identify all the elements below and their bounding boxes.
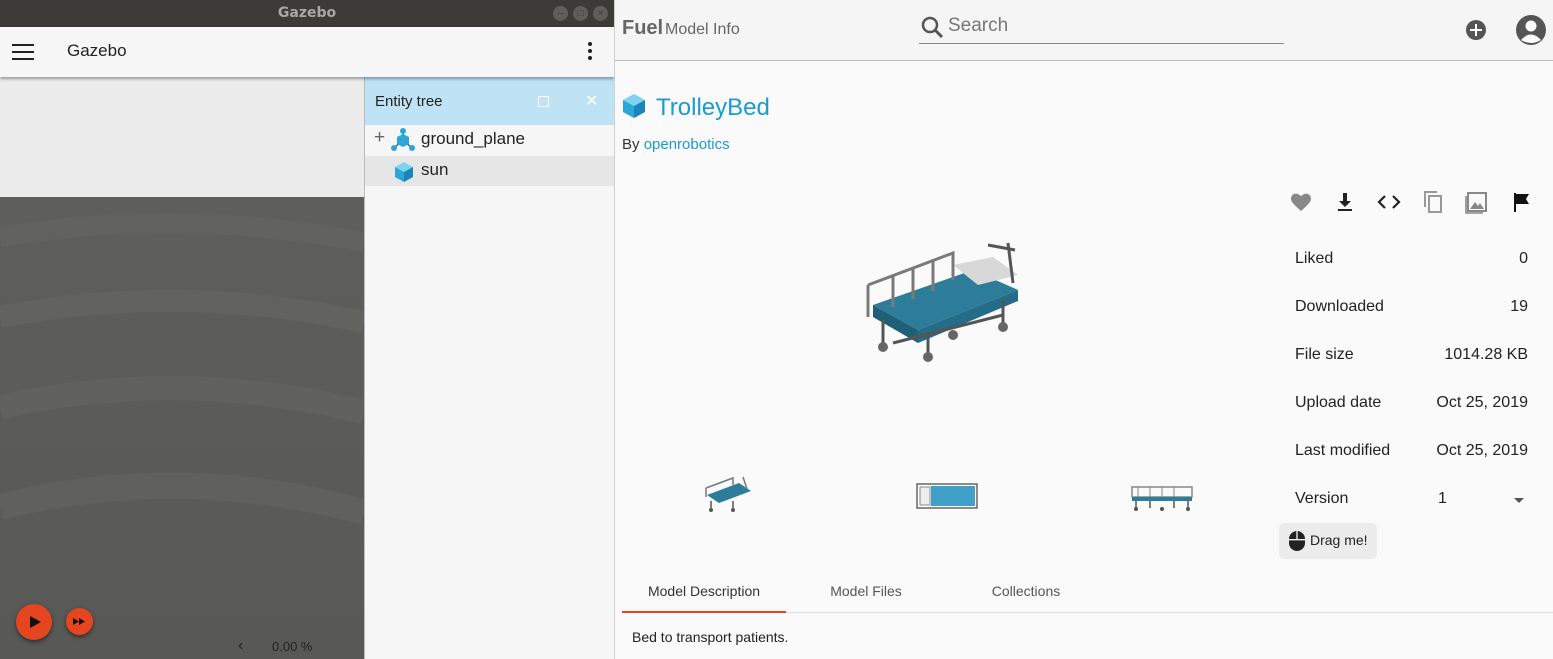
- copy-icon[interactable]: [1421, 190, 1445, 214]
- scene-ground-pattern: [0, 213, 364, 525]
- info-value: 1014.28 KB: [1444, 346, 1528, 363]
- 3d-scene-view[interactable]: [0, 197, 364, 659]
- thumbnail-top[interactable]: [915, 481, 979, 511]
- real-time-factor: 0.00 %: [272, 639, 313, 654]
- tab-model-description[interactable]: Model Description: [622, 583, 786, 599]
- model-icon: [391, 128, 415, 151]
- entity-tree-panel: Entity tree ✕ + ground_plane sun: [364, 77, 614, 659]
- drag-me-button[interactable]: Drag me!: [1279, 523, 1377, 559]
- cube-icon: [395, 162, 413, 182]
- info-key: Downloaded: [1295, 298, 1384, 315]
- flag-icon[interactable]: [1510, 190, 1534, 214]
- tab-collections[interactable]: Collections: [946, 583, 1106, 599]
- entity-tree-header: Entity tree ✕: [365, 77, 614, 125]
- panel-maximize-icon[interactable]: [538, 96, 549, 107]
- step-button[interactable]: [66, 608, 93, 635]
- model-owner: By openrobotics: [622, 136, 730, 153]
- more-options-icon[interactable]: [587, 42, 593, 62]
- info-key: Last modified: [1295, 442, 1391, 459]
- info-key: File size: [1295, 346, 1354, 363]
- version-label: Version: [1295, 490, 1349, 507]
- by-label: By: [622, 136, 640, 153]
- maximize-icon[interactable]: □: [573, 6, 588, 21]
- info-key: Liked: [1295, 250, 1334, 267]
- info-value: Oct 25, 2019: [1436, 442, 1528, 459]
- model-description: Bed to transport patients.: [632, 629, 789, 645]
- window-title: Gazebo: [0, 0, 614, 27]
- close-window-icon[interactable]: ×: [593, 6, 608, 21]
- thumbnail-perspective[interactable]: [703, 473, 755, 515]
- code-icon[interactable]: [1377, 190, 1401, 214]
- info-key: Upload date: [1295, 394, 1382, 411]
- dropdown-arrow-icon: [1514, 498, 1524, 503]
- thumbnail-side[interactable]: [1130, 483, 1194, 513]
- model-cube-icon: [623, 94, 645, 118]
- info-value: Oct 25, 2019: [1436, 394, 1528, 411]
- add-icon[interactable]: [1465, 19, 1487, 41]
- download-icon[interactable]: [1333, 190, 1357, 214]
- model-preview-image[interactable]: [853, 235, 1028, 370]
- entity-tree-title: Entity tree: [375, 93, 443, 110]
- like-heart-icon[interactable]: [1289, 190, 1313, 214]
- drag-label: Drag me!: [1310, 532, 1368, 548]
- minimize-icon[interactable]: –: [553, 6, 568, 21]
- account-icon[interactable]: [1515, 14, 1547, 46]
- tree-item-label: sun: [421, 160, 449, 179]
- info-value: 0: [1519, 250, 1528, 267]
- search-input[interactable]: Search: [919, 10, 1284, 44]
- image-icon[interactable]: [1465, 190, 1489, 214]
- fast-forward-icon: [73, 618, 85, 625]
- tree-item-ground-plane[interactable]: + ground_plane: [365, 125, 614, 155]
- chevron-left-icon[interactable]: ‹: [238, 637, 243, 655]
- tab-model-files[interactable]: Model Files: [786, 583, 946, 599]
- scene-sky: [0, 77, 364, 197]
- mouse-icon: [1289, 531, 1305, 551]
- fuel-logo[interactable]: Fuel: [622, 17, 663, 40]
- play-icon: [30, 616, 41, 628]
- menu-icon[interactable]: [12, 44, 34, 60]
- gazebo-window: Gazebo – □ × Gazebo ‹ 0.00 % Entity tree…: [0, 0, 614, 659]
- panel-close-icon[interactable]: ✕: [585, 91, 598, 111]
- active-tab-indicator: [622, 611, 786, 613]
- gazebo-app-bar: Gazebo: [0, 27, 614, 77]
- page-subtitle: Model Info: [665, 21, 740, 38]
- fuel-top-bar: Fuel Model Info Search: [615, 0, 1553, 61]
- model-title: TrolleyBed: [656, 94, 770, 121]
- tree-item-sun[interactable]: sun: [365, 156, 614, 186]
- fuel-page: Fuel Model Info Search TrolleyBed By ope…: [614, 0, 1553, 659]
- info-value: 19: [1510, 298, 1528, 315]
- owner-link[interactable]: openrobotics: [644, 136, 730, 153]
- search-placeholder: Search: [948, 15, 1009, 36]
- search-icon: [921, 16, 944, 39]
- version-value: 1: [1438, 490, 1447, 507]
- play-button[interactable]: [16, 604, 52, 640]
- tree-item-label: ground_plane: [421, 129, 525, 148]
- version-select[interactable]: 1: [1425, 490, 1528, 512]
- expand-icon[interactable]: +: [374, 127, 385, 149]
- app-title: Gazebo: [67, 41, 127, 60]
